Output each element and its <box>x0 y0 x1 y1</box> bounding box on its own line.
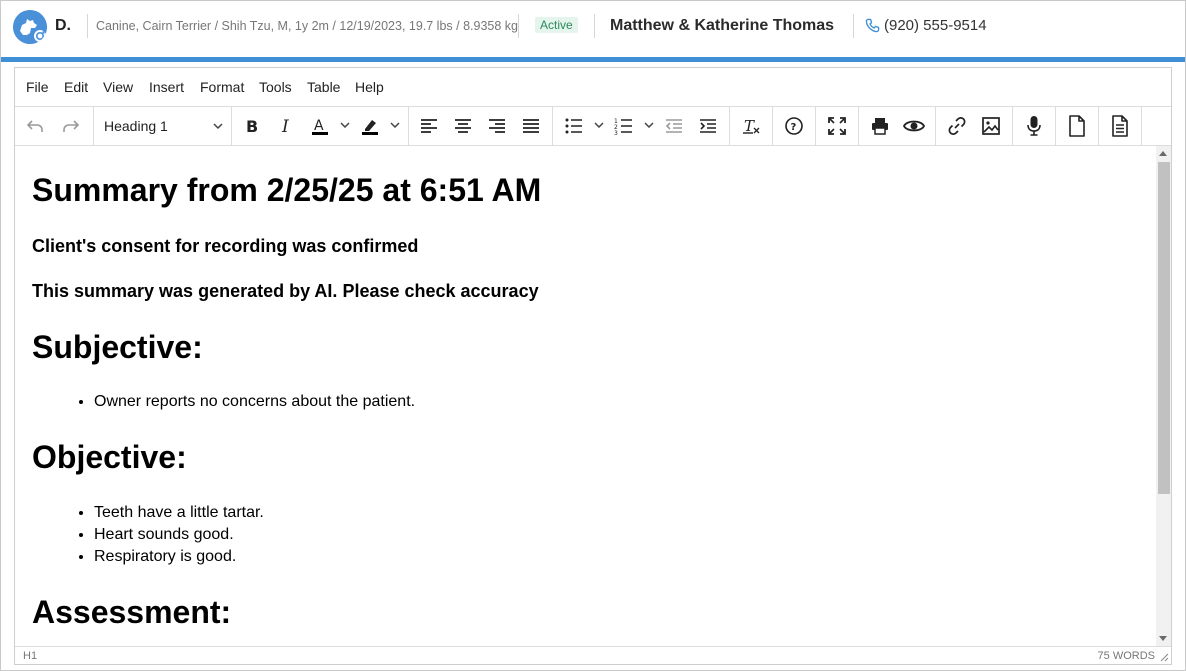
divider <box>853 14 854 38</box>
toolbar-divider <box>935 106 936 145</box>
align-center-icon[interactable] <box>451 114 475 138</box>
divider <box>594 14 595 38</box>
link-icon[interactable] <box>945 114 969 138</box>
assessment-heading[interactable]: Assessment: <box>32 594 231 631</box>
svg-text:B: B <box>246 117 258 136</box>
subjective-list[interactable]: Owner reports no concerns about the pati… <box>32 391 415 413</box>
toolbar-divider <box>1055 106 1056 145</box>
outdent-icon[interactable] <box>662 114 686 138</box>
patient-header: D. Canine, Cairn Terrier / Shih Tzu, M, … <box>1 1 1185 57</box>
toolbar-divider <box>408 106 409 145</box>
microphone-icon[interactable] <box>1022 114 1046 138</box>
editor-menubar: File Edit View Insert Format Tools Table… <box>15 68 1171 107</box>
vertical-scrollbar[interactable] <box>1156 146 1171 646</box>
undo-icon[interactable] <box>23 114 47 138</box>
subjective-heading[interactable]: Subjective: <box>32 329 203 366</box>
svg-text:3: 3 <box>614 130 618 136</box>
menu-help[interactable]: Help <box>355 79 384 95</box>
chevron-down-icon[interactable] <box>339 118 351 132</box>
list-item[interactable]: Respiratory is good. <box>94 546 264 568</box>
toolbar-divider <box>858 106 859 145</box>
document-icon[interactable] <box>1065 114 1089 138</box>
owner-phone[interactable]: (920) 555-9514 <box>884 17 987 34</box>
template-icon[interactable] <box>1108 114 1132 138</box>
menu-table[interactable]: Table <box>307 79 340 95</box>
list-item[interactable]: Teeth have a little tartar. <box>94 502 264 524</box>
rich-text-editor: File Edit View Insert Format Tools Table… <box>14 67 1172 665</box>
image-icon[interactable] <box>979 114 1003 138</box>
consent-note[interactable]: Client's consent for recording was confi… <box>32 236 418 257</box>
menu-file[interactable]: File <box>26 79 49 95</box>
divider <box>518 14 519 38</box>
scroll-up-arrow-icon[interactable] <box>1159 151 1167 156</box>
menu-edit[interactable]: Edit <box>64 79 88 95</box>
block-format-label: Heading 1 <box>104 118 168 134</box>
element-path[interactable]: H1 <box>23 650 37 662</box>
list-item[interactable]: Heart sounds good. <box>94 524 264 546</box>
toolbar-divider <box>231 106 232 145</box>
help-icon[interactable]: ? <box>782 114 806 138</box>
toolbar-divider <box>772 106 773 145</box>
phone-icon <box>865 18 880 33</box>
align-right-icon[interactable] <box>485 114 509 138</box>
bold-icon[interactable]: B <box>240 114 264 138</box>
editor-content[interactable]: Summary from 2/25/25 at 6:51 AM Client's… <box>15 146 1155 646</box>
header-accent-line <box>1 57 1185 62</box>
svg-text:A: A <box>314 118 324 134</box>
toolbar-divider <box>1141 106 1142 145</box>
indent-icon[interactable] <box>696 114 720 138</box>
divider <box>87 14 88 38</box>
redo-icon[interactable] <box>59 114 83 138</box>
dog-icon <box>13 10 47 44</box>
highlight-icon[interactable] <box>358 114 382 138</box>
preview-icon[interactable] <box>902 114 926 138</box>
objective-list[interactable]: Teeth have a little tartar. Heart sounds… <box>32 502 264 568</box>
numbered-list-icon[interactable]: 123 <box>612 114 636 138</box>
align-left-icon[interactable] <box>417 114 441 138</box>
toolbar-divider <box>815 106 816 145</box>
chevron-down-icon <box>213 123 223 130</box>
block-format-select[interactable]: Heading 1 <box>100 114 226 138</box>
text-color-icon[interactable]: A <box>308 114 332 138</box>
toolbar-divider <box>1098 106 1099 145</box>
owner-name[interactable]: Matthew & Katherine Thomas <box>610 17 834 35</box>
menu-format[interactable]: Format <box>200 79 244 95</box>
patient-avatar[interactable] <box>13 10 47 44</box>
menu-view[interactable]: View <box>103 79 133 95</box>
toolbar-divider <box>1012 106 1013 145</box>
align-justify-icon[interactable] <box>519 114 543 138</box>
summary-title[interactable]: Summary from 2/25/25 at 6:51 AM <box>32 172 541 209</box>
scroll-down-arrow-icon[interactable] <box>1159 636 1167 641</box>
ai-disclaimer[interactable]: This summary was generated by AI. Please… <box>32 281 539 302</box>
toolbar-divider <box>729 106 730 145</box>
word-count[interactable]: 75 WORDS <box>1098 650 1155 662</box>
menu-tools[interactable]: Tools <box>259 79 292 95</box>
resize-handle-icon[interactable] <box>1159 652 1169 662</box>
toolbar-divider <box>93 106 94 145</box>
print-icon[interactable] <box>868 114 892 138</box>
italic-icon[interactable]: I <box>274 114 298 138</box>
menu-insert[interactable]: Insert <box>149 79 184 95</box>
fullscreen-icon[interactable] <box>825 114 849 138</box>
chevron-down-icon[interactable] <box>593 118 605 132</box>
svg-text:I: I <box>281 117 289 136</box>
editor-statusbar: H1 75 WORDS <box>15 646 1171 665</box>
status-badge: Active <box>535 17 578 33</box>
chevron-down-icon[interactable] <box>643 118 655 132</box>
toolbar-divider <box>552 106 553 145</box>
bullet-list-icon[interactable] <box>562 114 586 138</box>
chevron-down-icon[interactable] <box>389 118 401 132</box>
scroll-thumb[interactable] <box>1158 162 1170 494</box>
objective-heading[interactable]: Objective: <box>32 439 187 476</box>
editor-toolbar: Heading 1 B I A 1 2 3 T ? <box>15 106 1171 146</box>
list-item[interactable]: Owner reports no concerns about the pati… <box>94 391 415 413</box>
clear-formatting-icon[interactable]: T <box>739 114 763 138</box>
patient-name[interactable]: D. <box>55 17 71 35</box>
svg-text:?: ? <box>791 122 797 133</box>
patient-details: Canine, Cairn Terrier / Shih Tzu, M, 1y … <box>96 19 518 33</box>
